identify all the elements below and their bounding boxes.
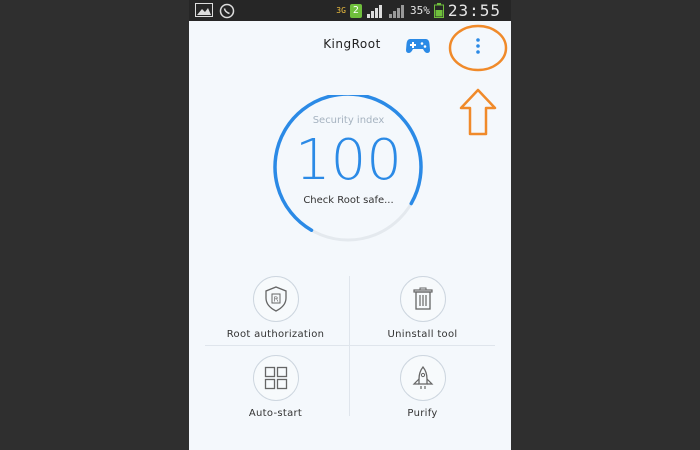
gamepad-icon[interactable] [406,36,430,54]
shield-r-icon: R [252,276,299,322]
root-authorization-tool[interactable]: R Root authorization [203,276,348,340]
check-status: Check Root safe... [303,195,394,206]
arrow-up-annotation [459,88,497,136]
app-title: KingRoot [323,37,381,51]
status-bar: 3G 2 35% 23:55 [189,0,511,21]
uninstall-tool[interactable]: Uninstall tool [350,276,495,340]
battery-icon [433,3,444,18]
whatsapp-icon [219,3,235,19]
signal-icon [366,4,382,18]
highlight-ellipse [448,24,508,72]
root-authorization-label: Root authorization [226,329,325,340]
trash-icon [399,276,446,322]
security-score: 100 [295,128,402,193]
tools-divider-horizontal [205,345,495,346]
network-type: 3G [336,5,346,15]
clock: 23:55 [447,1,501,20]
gallery-icon [195,3,213,17]
signal-icon-2 [388,4,404,18]
purify-label: Purify [407,408,438,419]
purify-tool[interactable]: Purify [350,355,495,419]
security-index-label: Security index [312,115,385,126]
rocket-icon [399,355,446,401]
notification-badge: 2 [349,3,362,18]
auto-start-tool[interactable]: Auto-start [203,355,348,419]
uninstall-tool-label: Uninstall tool [387,329,458,340]
auto-start-label: Auto-start [248,408,303,419]
svg-text:R: R [273,296,278,304]
battery-percent: 35% [409,4,430,17]
grid-icon [252,355,299,401]
